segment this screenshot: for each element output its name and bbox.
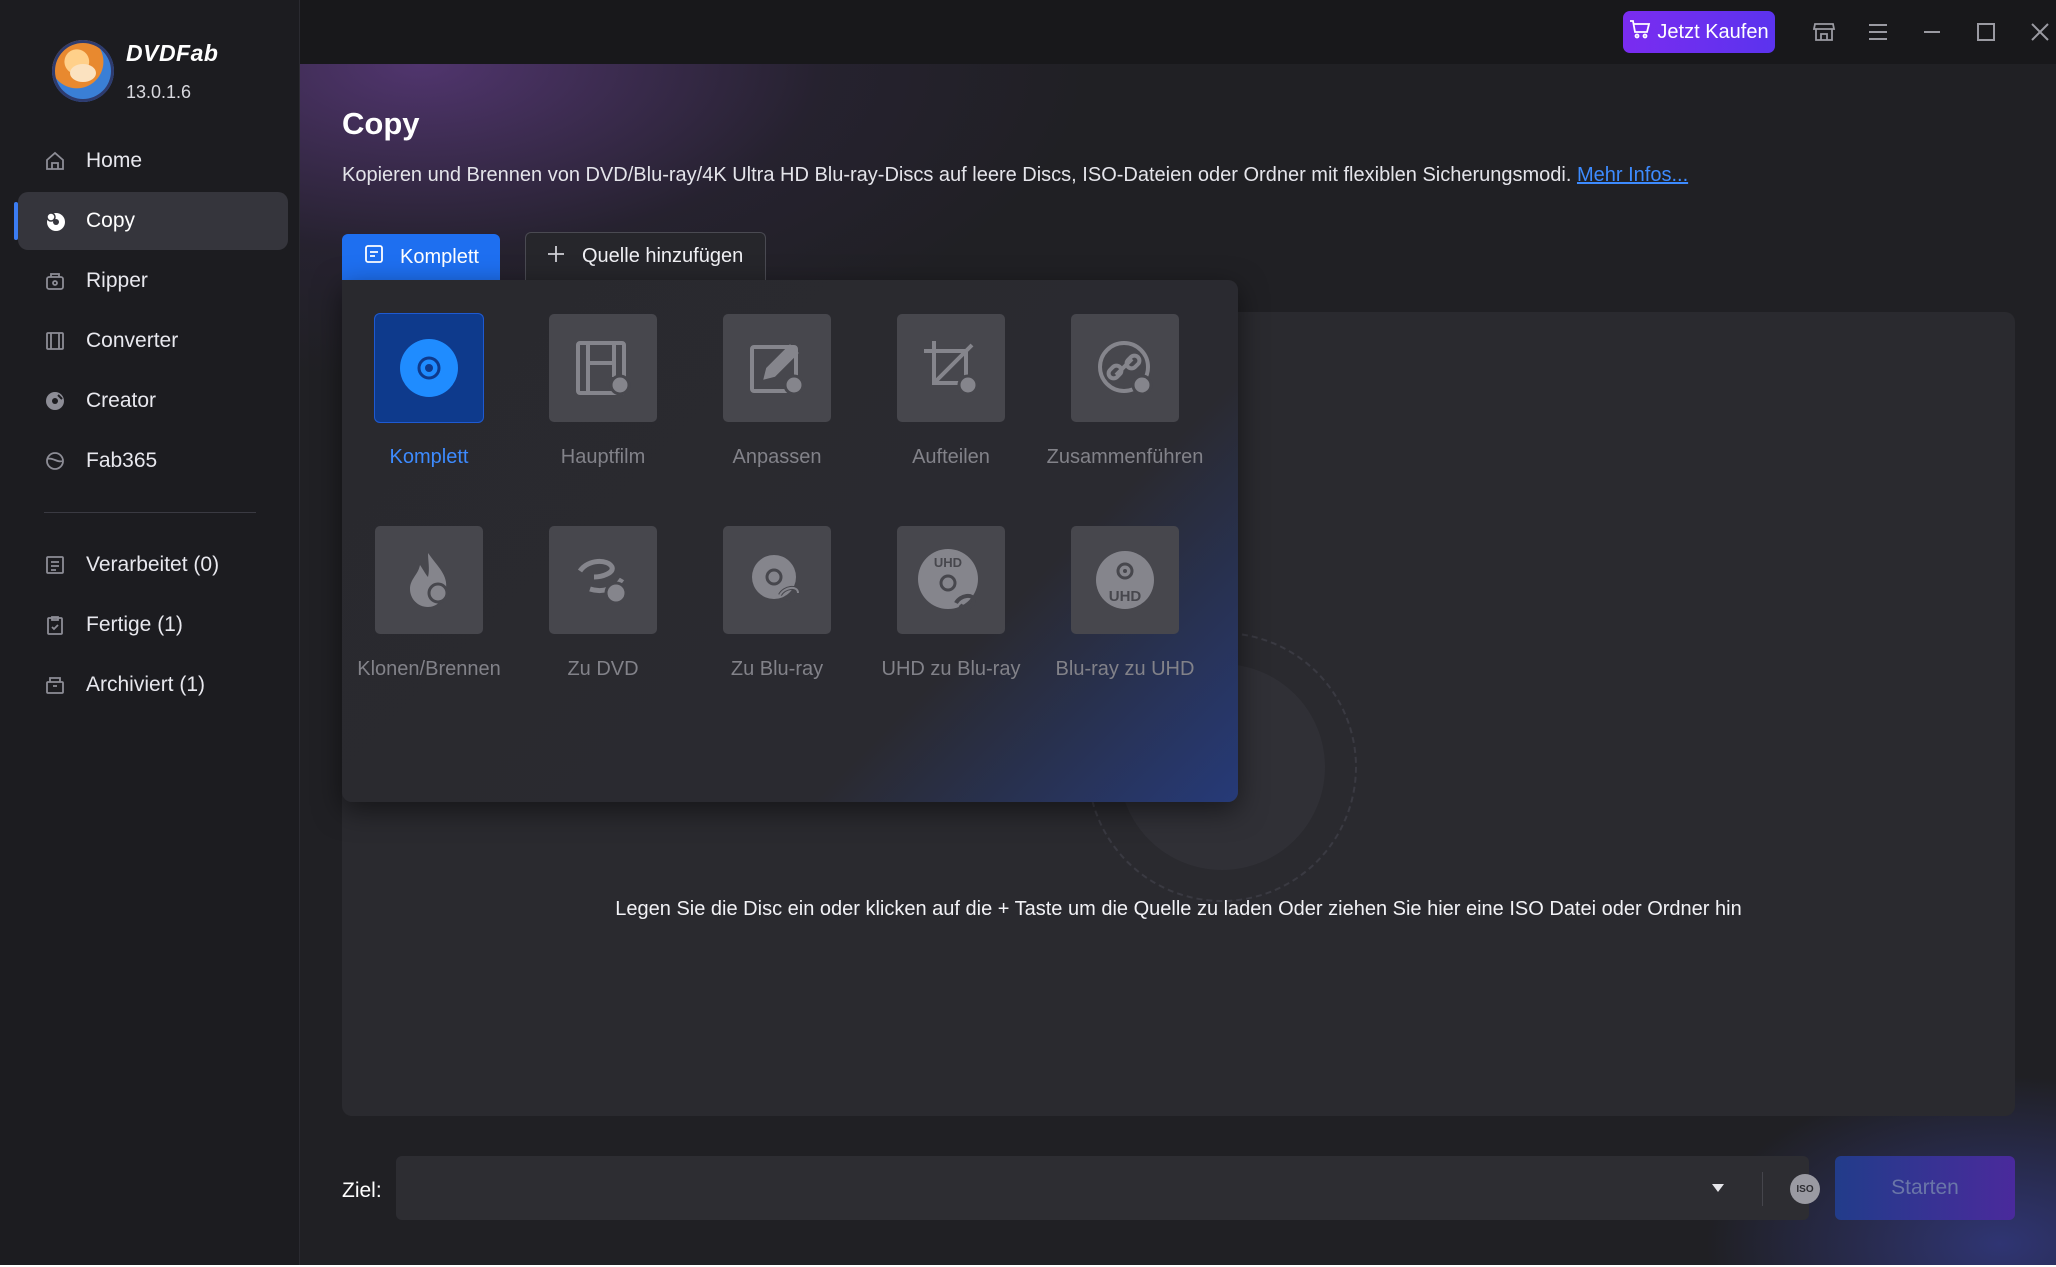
mode-label: UHD zu Blu-ray: [881, 658, 1021, 680]
mode-label: Zu DVD: [567, 658, 639, 680]
description-text: Kopieren und Brennen von DVD/Blu-ray/4K …: [342, 164, 1572, 186]
sidebar-item-fab365[interactable]: Fab365: [18, 432, 288, 490]
main-nav: Home Copy Ripper Converter Creator Fab36…: [0, 132, 300, 492]
chevron-down-icon[interactable]: [1708, 1178, 1728, 1198]
sidebar-item-label: Converter: [86, 329, 179, 352]
sidebar-item-copy[interactable]: Copy: [14, 192, 288, 250]
page-description: Kopieren und Brennen von DVD/Blu-ray/4K …: [342, 164, 1688, 187]
brand-name: DVDFab: [126, 40, 219, 66]
copy-mode-icon: [364, 244, 384, 270]
mode-merge[interactable]: Zusammenführen: [1038, 314, 1212, 484]
sidebar-item-archived[interactable]: Archiviert (1): [18, 656, 288, 714]
sidebar-divider: [44, 512, 256, 513]
ripper-icon: [44, 270, 66, 292]
copy-mode-button[interactable]: Komplett: [342, 234, 500, 280]
store-icon[interactable]: [1808, 16, 1840, 48]
svg-text:UHD: UHD: [1109, 588, 1142, 605]
sidebar-item-label: Fertige (1): [86, 613, 183, 636]
sidebar-item-creator[interactable]: Creator: [18, 372, 288, 430]
processing-list-icon: [44, 554, 66, 576]
menu-icon[interactable]: [1862, 16, 1894, 48]
sidebar-item-processing[interactable]: Verarbeitet (0): [18, 536, 288, 594]
fab365-icon: [44, 450, 66, 472]
add-source-label: Quelle hinzufügen: [582, 245, 744, 267]
sidebar-item-finished[interactable]: Fertige (1): [18, 596, 288, 654]
merge-link-icon: [1071, 314, 1179, 422]
sidebar-item-label: Archiviert (1): [86, 673, 206, 696]
mode-split[interactable]: Aufteilen: [864, 314, 1038, 484]
sidebar-item-label: Verarbeitet (0): [86, 553, 220, 576]
mode-clone-burn[interactable]: Klonen/Brennen: [342, 526, 516, 696]
bluray-to-dvd-icon: [549, 526, 657, 634]
target-separator: [1762, 1172, 1763, 1206]
sidebar-item-label: Copy: [86, 209, 136, 232]
sidebar: DVDFab 13.0.1.6 Home Copy Ripper Convert…: [0, 0, 300, 1265]
mode-customize[interactable]: Anpassen: [690, 314, 864, 484]
start-button[interactable]: Starten: [1835, 1156, 2015, 1220]
target-label: Ziel:: [342, 1179, 382, 1202]
sidebar-item-home[interactable]: Home: [18, 132, 288, 190]
sidebar-item-label: Ripper: [86, 269, 148, 292]
archive-box-icon: [44, 674, 66, 696]
more-info-link[interactable]: Mehr Infos...: [1577, 164, 1688, 186]
plus-icon: [546, 244, 566, 270]
customize-edit-icon: [723, 314, 831, 422]
converter-icon: [44, 330, 66, 352]
minimize-icon[interactable]: [1916, 16, 1948, 48]
drop-instruction: Legen Sie die Disc ein oder klicken auf …: [615, 898, 1742, 920]
mode-label: Aufteilen: [912, 446, 990, 468]
close-icon[interactable]: [2024, 16, 2056, 48]
copy-disc-icon: [44, 210, 66, 232]
target-path-select[interactable]: ISO: [396, 1156, 1876, 1220]
sidebar-item-label: Home: [86, 149, 143, 172]
mode-label: Anpassen: [732, 446, 822, 468]
add-source-button[interactable]: Quelle hinzufügen: [525, 232, 766, 280]
copy-page: Copy Kopieren und Brennen von DVD/Blu-ra…: [300, 64, 2056, 1265]
sidebar-item-label: Fab365: [86, 449, 158, 472]
mode-main-movie[interactable]: Hauptfilm: [516, 314, 690, 484]
title-bar: Jetzt Kaufen: [300, 0, 2056, 64]
queue-nav: Verarbeitet (0) Fertige (1) Archiviert (…: [0, 536, 300, 716]
split-crop-icon: [897, 314, 1005, 422]
burn-flame-icon: [375, 526, 483, 634]
mode-label: Zu Blu-ray: [730, 658, 824, 680]
maximize-icon[interactable]: [1970, 16, 2002, 48]
buy-now-label: Jetzt Kaufen: [1657, 20, 1769, 43]
app-window: DVDFab 13.0.1.6 Home Copy Ripper Convert…: [0, 0, 2056, 1265]
mode-bluray-to-uhd[interactable]: UHD Blu-ray zu UHD: [1038, 526, 1212, 696]
sidebar-item-ripper[interactable]: Ripper: [18, 252, 288, 310]
to-bluray-icon: [723, 526, 831, 634]
mode-label: Blu-ray zu UHD: [1055, 658, 1195, 680]
full-disc-icon: [375, 314, 483, 422]
mode-to-dvd[interactable]: Zu DVD: [516, 526, 690, 696]
mode-label: Klonen/Brennen: [357, 658, 501, 680]
cart-icon: [1629, 19, 1651, 45]
finished-clipboard-icon: [44, 614, 66, 636]
mode-uhd-to-bluray[interactable]: UHD UHD zu Blu-ray: [864, 526, 1038, 696]
buy-now-button[interactable]: Jetzt Kaufen: [1623, 11, 1775, 53]
sidebar-item-label: Creator: [86, 389, 157, 412]
mode-label: Hauptfilm: [560, 446, 646, 468]
page-title: Copy: [342, 106, 420, 141]
mode-label: Zusammenführen: [1046, 446, 1204, 468]
app-version: 13.0.1.6: [126, 82, 192, 102]
bluray-to-uhd-icon: UHD: [1071, 526, 1179, 634]
dvdfab-logo: [52, 40, 114, 102]
copy-mode-panel: Komplett Hauptfilm Anpassen Aufteilen Zu…: [342, 280, 1238, 802]
iso-output-button[interactable]: ISO: [1790, 1174, 1820, 1204]
mode-label: Komplett: [389, 446, 469, 468]
iso-icon: ISO: [1796, 1183, 1814, 1195]
home-icon: [44, 150, 66, 172]
mode-to-bluray[interactable]: Zu Blu-ray: [690, 526, 864, 696]
creator-icon: [44, 390, 66, 412]
film-strip-icon: [549, 314, 657, 422]
svg-text:UHD: UHD: [934, 555, 962, 570]
uhd-to-bluray-icon: UHD: [897, 526, 1005, 634]
mode-full-disc[interactable]: Komplett: [342, 314, 516, 484]
copy-mode-label: Komplett: [400, 245, 479, 268]
sidebar-item-converter[interactable]: Converter: [18, 312, 288, 370]
